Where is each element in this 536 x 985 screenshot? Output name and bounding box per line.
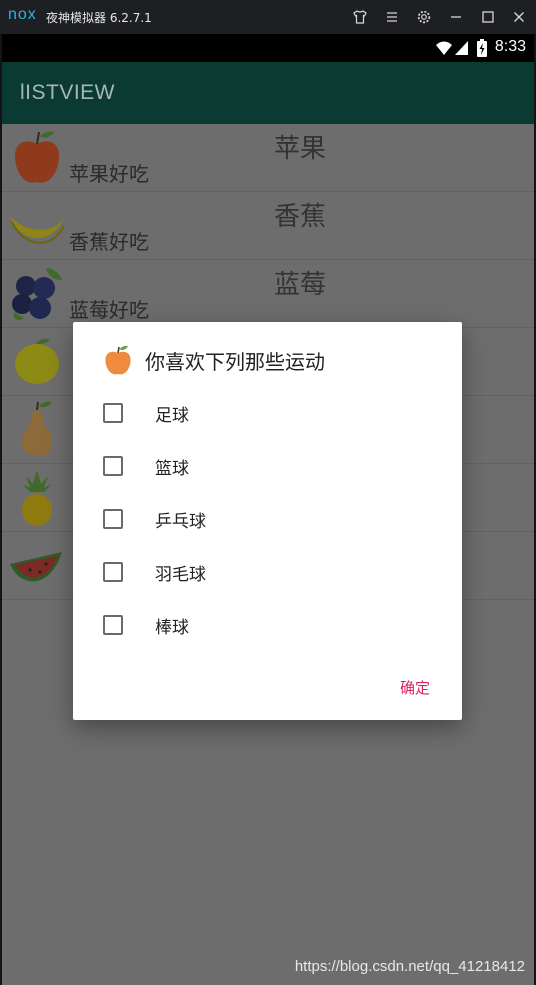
confirm-button[interactable]: 确定 bbox=[400, 677, 430, 698]
dialog-header: 你喜欢下列那些运动 bbox=[103, 342, 325, 378]
list-item-desc: 苹果好吃 bbox=[69, 162, 149, 186]
apple-icon bbox=[14, 131, 60, 183]
sports-dialog: 你喜欢下列那些运动 足球 篮球 乒乓球 羽毛球 棒球 确定 bbox=[73, 322, 462, 720]
blueberry-icon bbox=[12, 268, 62, 320]
option-basketball[interactable]: 篮球 bbox=[103, 446, 423, 486]
emulator-title: 夜神模拟器 6.2.7.1 bbox=[46, 11, 152, 25]
option-football[interactable]: 足球 bbox=[103, 393, 423, 433]
list-item-name: 香蕉 bbox=[274, 202, 327, 232]
option-badminton[interactable]: 羽毛球 bbox=[103, 552, 423, 592]
checkbox[interactable] bbox=[103, 509, 123, 529]
checkbox[interactable] bbox=[103, 403, 123, 423]
checkbox[interactable] bbox=[103, 562, 123, 582]
list-item[interactable]: 香蕉好吃 香蕉 bbox=[2, 192, 534, 260]
lemon-icon bbox=[15, 338, 59, 384]
option-table-tennis[interactable]: 乒乓球 bbox=[103, 499, 423, 539]
checkbox[interactable] bbox=[103, 615, 123, 635]
list-item[interactable]: 苹果好吃 苹果 bbox=[2, 124, 534, 192]
checkbox[interactable] bbox=[103, 456, 123, 476]
shirt-icon[interactable] bbox=[348, 5, 372, 29]
minimize-icon[interactable] bbox=[444, 5, 468, 29]
list-item-name: 蓝莓 bbox=[274, 270, 327, 300]
signal-icon bbox=[455, 41, 468, 55]
menu-icon[interactable] bbox=[380, 5, 404, 29]
maximize-icon[interactable] bbox=[476, 5, 500, 29]
watermark: https://blog.csdn.net/qq_41218412 bbox=[294, 958, 525, 975]
option-baseball[interactable]: 棒球 bbox=[103, 605, 423, 645]
option-label: 足球 bbox=[155, 405, 189, 426]
dialog-title: 你喜欢下列那些运动 bbox=[145, 349, 325, 374]
close-icon[interactable] bbox=[507, 5, 531, 29]
option-label: 羽毛球 bbox=[155, 564, 206, 585]
list-item-desc: 香蕉好吃 bbox=[69, 230, 149, 254]
pear-icon bbox=[22, 401, 52, 456]
nox-logo: nox bbox=[8, 6, 37, 23]
option-label: 棒球 bbox=[155, 617, 189, 638]
list-item-desc: 蓝莓好吃 bbox=[69, 298, 149, 322]
watermelon-icon bbox=[10, 552, 62, 582]
list-item[interactable]: 蓝莓好吃 蓝莓 bbox=[2, 260, 534, 328]
option-label: 篮球 bbox=[155, 458, 189, 479]
banana-icon bbox=[10, 216, 65, 244]
apple-icon bbox=[105, 345, 131, 375]
pineapple-icon bbox=[22, 470, 52, 526]
status-time: 8:33 bbox=[494, 38, 526, 55]
status-bar: 8:33 bbox=[2, 34, 534, 62]
emulator-title-bar: nox 夜神模拟器 6.2.7.1 bbox=[0, 0, 536, 34]
app-title: lISTVIEW bbox=[20, 81, 116, 104]
list-item-name: 苹果 bbox=[274, 134, 327, 164]
app-bar: lISTVIEW bbox=[2, 62, 534, 124]
option-label: 乒乓球 bbox=[155, 511, 206, 532]
battery-charging-icon bbox=[477, 39, 487, 57]
gear-icon[interactable] bbox=[412, 5, 436, 29]
